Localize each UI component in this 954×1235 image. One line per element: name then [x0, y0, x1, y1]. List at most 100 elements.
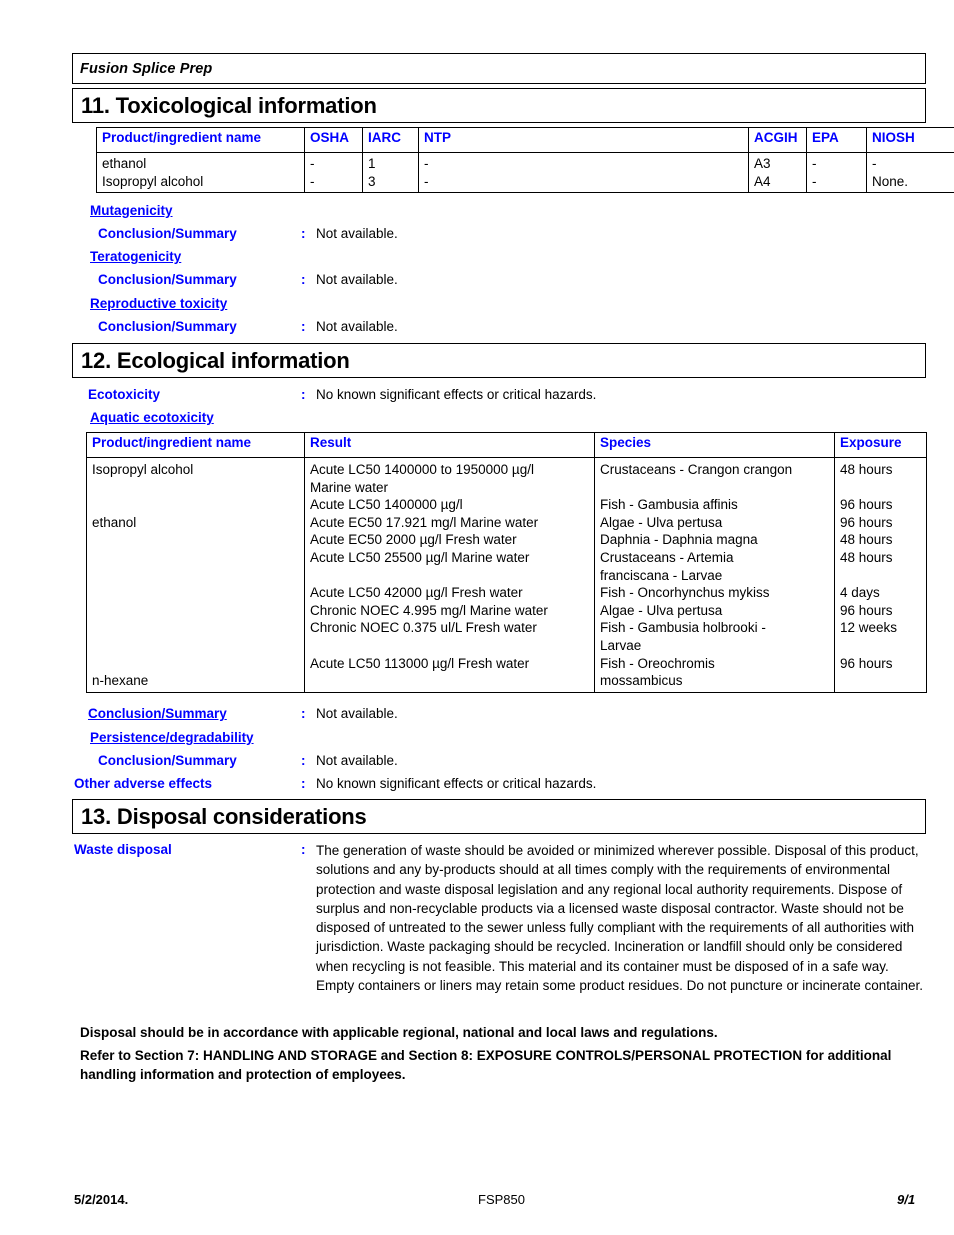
exposure-isopropyl-2: 96 hours: [840, 497, 893, 513]
table-row: ethanol Isopropyl alcohol - - 1 3 - - A3: [96, 151, 954, 194]
subheading-mutagenicity: Mutagenicity: [90, 203, 173, 218]
table-header-row: Product/ingredient name OSHA IARC NTP AC…: [96, 127, 954, 153]
value-epa-isopropyl: -: [812, 173, 817, 189]
table-row: Isopropyl alcohol ethanol n-hexane Acute…: [86, 457, 927, 693]
product-name-ethanol: ethanol: [92, 514, 137, 530]
result-ethanol-2: Acute EC50 2000 µg/l Fresh water: [310, 532, 517, 548]
species-ethanol-6a: Fish - Gambusia holbrooki -: [600, 620, 766, 636]
label-conclusion-summary: Conclusion/Summary: [88, 706, 227, 721]
value-iarc-ethanol: 1: [368, 156, 376, 171]
value-conclusion-summary: Not available.: [316, 319, 398, 334]
cell-species: Crustaceans - Crangon crangon Fish - Gam…: [594, 457, 835, 693]
exposure-ethanol-6: 12 weeks: [840, 620, 898, 636]
species-isopropyl-1: Crustaceans - Crangon crangon: [600, 462, 793, 477]
species-isopropyl-2: Fish - Gambusia affinis: [600, 497, 738, 513]
species-ethanol-1: Algae - Ulva pertusa: [600, 514, 723, 530]
colon-separator: :: [301, 776, 306, 791]
section-heading-label: 13. Disposal considerations: [81, 803, 367, 829]
cell-product-name: ethanol Isopropyl alcohol: [96, 151, 305, 194]
species-ethanol-3a: Crustaceans - Artemia: [600, 549, 734, 565]
exposure-n-hexane: 96 hours: [840, 655, 893, 671]
result-ethanol-5: Chronic NOEC 4.995 mg/l Marine water: [310, 602, 548, 618]
spacer-line: [92, 637, 300, 655]
cell-results: Acute LC50 1400000 to 1950000 µg/l Marin…: [304, 457, 595, 693]
subheading-aquatic-ecotoxicity: Aquatic ecotoxicity: [90, 410, 214, 425]
cell-osha: - -: [304, 151, 363, 194]
spacer-line: [92, 567, 300, 585]
note-disposal-regulations: Disposal should be in accordance with ap…: [80, 1025, 718, 1040]
species-ethanol-2: Daphnia - Daphnia magna: [600, 532, 758, 548]
product-name-ethanol: ethanol: [102, 156, 147, 171]
cell-iarc: 1 3: [362, 151, 419, 194]
running-title-box: Fusion Splice Prep: [72, 53, 926, 84]
spacer-line: [92, 496, 300, 514]
column-header-niosh: NIOSH: [866, 127, 954, 153]
column-header-epa: EPA: [806, 127, 867, 153]
table-header-row: Product/ingredient name Result Species E…: [86, 432, 927, 458]
label-waste-disposal: Waste disposal: [74, 842, 172, 857]
result-n-hexane: Acute LC50 113000 µg/l Fresh water: [310, 655, 530, 671]
spacer-line: [840, 567, 922, 585]
colon-separator: :: [301, 387, 306, 402]
section-heading-ecological: 12. Ecological information: [72, 343, 926, 378]
value-ntp-isopropyl: -: [424, 173, 429, 189]
value-conclusion-summary: Not available.: [316, 272, 398, 287]
exposure-ethanol-4: 4 days: [840, 585, 880, 601]
result-ethanol-1: Acute EC50 17.921 mg/l Marine water: [310, 514, 539, 530]
product-name-n-hexane: n-hexane: [92, 673, 149, 689]
footer-product-code: FSP850: [478, 1192, 525, 1207]
result-ethanol-3: Acute LC50 25500 µg/l Marine water: [310, 549, 530, 565]
result-isopropyl-2: Acute LC50 1400000 µg/l: [310, 497, 463, 513]
spacer-line: [840, 479, 922, 497]
column-header-species: Species: [594, 432, 835, 458]
result-isopropyl-1a: Acute LC50 1400000 to 1950000 µg/l: [310, 462, 534, 477]
species-ethanol-4: Fish - Oncorhynchus mykiss: [600, 585, 770, 601]
spacer-line: [600, 479, 830, 497]
value-epa-ethanol: -: [812, 156, 817, 171]
product-name-isopropyl-alcohol: Isopropyl alcohol: [92, 462, 194, 477]
spacer-line: [310, 567, 590, 585]
spacer-line: [92, 479, 300, 497]
column-header-osha: OSHA: [304, 127, 363, 153]
subheading-persistence-degradability: Persistence/degradability: [90, 730, 254, 745]
cell-niosh: - None.: [866, 151, 954, 194]
species-n-hexane-a: Fish - Oreochromis: [600, 655, 715, 671]
spacer-line: [92, 655, 300, 673]
result-isopropyl-1b: Marine water: [310, 479, 389, 495]
value-iarc-isopropyl: 3: [368, 173, 376, 189]
column-header-product-name: Product/ingredient name: [96, 127, 305, 153]
spacer-line: [92, 602, 300, 620]
value-waste-disposal: The generation of waste should be avoide…: [316, 843, 924, 994]
cell-exposure: 48 hours 96 hours 96 hours 48 hours 48 h…: [834, 457, 927, 693]
column-header-result: Result: [304, 432, 595, 458]
cell-product-names: Isopropyl alcohol ethanol n-hexane: [86, 457, 305, 693]
colon-separator: :: [301, 226, 306, 241]
value-niosh-isopropyl: None.: [872, 173, 909, 189]
spacer-line: [840, 637, 922, 655]
note-refer-to-sections: Refer to Section 7: HANDLING AND STORAGE…: [80, 1048, 892, 1082]
toxicological-classification-table: Product/ingredient name OSHA IARC NTP AC…: [96, 127, 954, 194]
exposure-isopropyl-1: 48 hours: [840, 462, 893, 477]
footer-date: 5/2/2014.: [74, 1192, 129, 1207]
footer-page-number: 9/1: [897, 1192, 916, 1207]
species-n-hexane-b: mossambicus: [600, 673, 683, 689]
value-osha-isopropyl: -: [310, 173, 315, 189]
label-other-adverse-effects: Other adverse effects: [74, 776, 213, 791]
column-header-iarc: IARC: [362, 127, 419, 153]
value-acgih-ethanol: A3: [754, 156, 771, 171]
label-conclusion-summary: Conclusion/Summary: [98, 753, 237, 768]
value-osha-ethanol: -: [310, 156, 315, 171]
section-heading-label: 12. Ecological information: [81, 347, 350, 373]
result-ethanol-6: Chronic NOEC 0.375 ul/L Fresh water: [310, 620, 537, 636]
colon-separator: :: [301, 753, 306, 768]
label-conclusion-summary: Conclusion/Summary: [98, 226, 237, 241]
label-conclusion-summary: Conclusion/Summary: [98, 319, 237, 334]
sds-page: Fusion Splice Prep 11. Toxicological inf…: [0, 0, 954, 1235]
spacer-line: [92, 584, 300, 602]
aquatic-ecotoxicity-table: Product/ingredient name Result Species E…: [86, 432, 927, 693]
column-header-product-name: Product/ingredient name: [86, 432, 305, 458]
document-title: Fusion Splice Prep: [80, 60, 213, 77]
column-header-acgih: ACGIH: [748, 127, 807, 153]
value-other-adverse-effects: No known significant effects or critical…: [316, 776, 597, 791]
value-conclusion-summary: Not available.: [316, 753, 398, 768]
